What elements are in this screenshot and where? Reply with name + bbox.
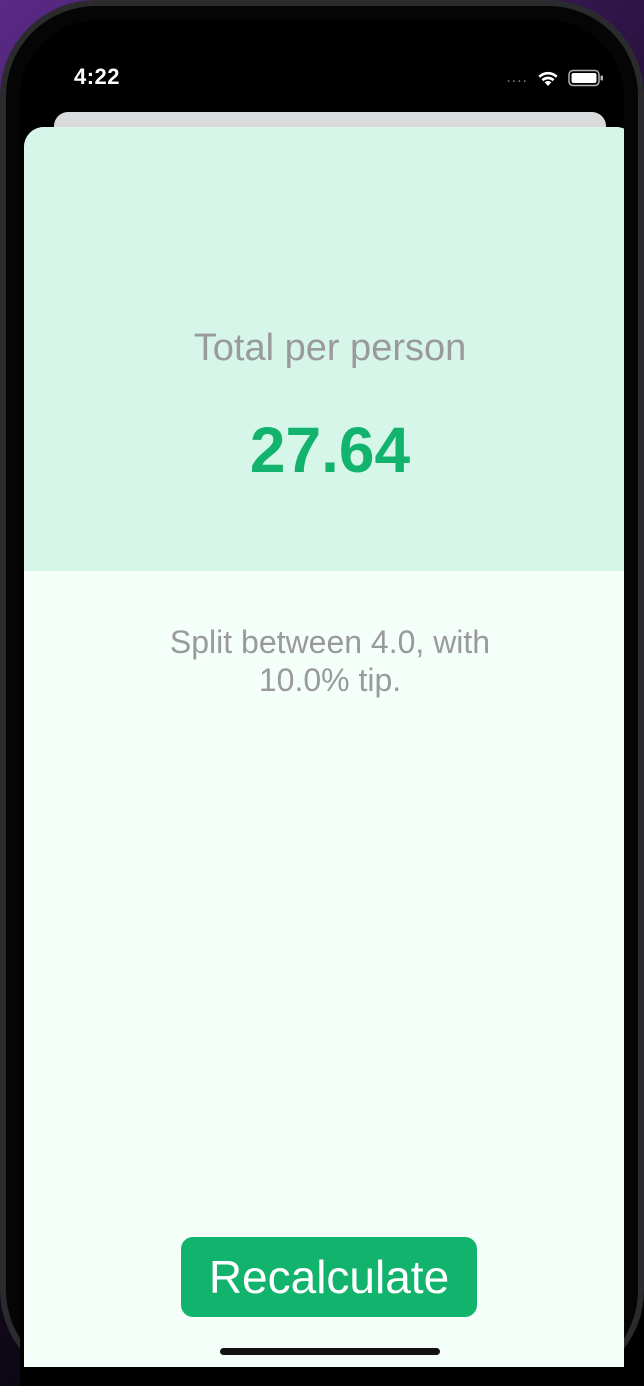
status-bar: 4:22 ....: [20, 20, 624, 120]
battery-icon: [568, 69, 604, 87]
total-per-person-amount: 27.64: [249, 414, 411, 486]
wifi-icon: [536, 69, 560, 87]
result-sheet: Total per person 27.64 Split between 4.0…: [24, 127, 624, 1367]
screen: 4:22 .... Total per person 27.64 Split b…: [20, 20, 624, 1386]
recalculate-button[interactable]: Recalculate: [181, 1237, 477, 1317]
status-time: 4:22: [74, 64, 121, 89]
total-panel: Total per person 27.64: [24, 127, 624, 571]
total-per-person-label: Total per person: [193, 327, 467, 369]
signal-icon: ....: [506, 69, 528, 86]
home-indicator[interactable]: [220, 1348, 440, 1355]
split-settings-text: Split between 4.0, with 10.0% tip.: [169, 624, 491, 698]
status-icons: ....: [506, 66, 604, 90]
